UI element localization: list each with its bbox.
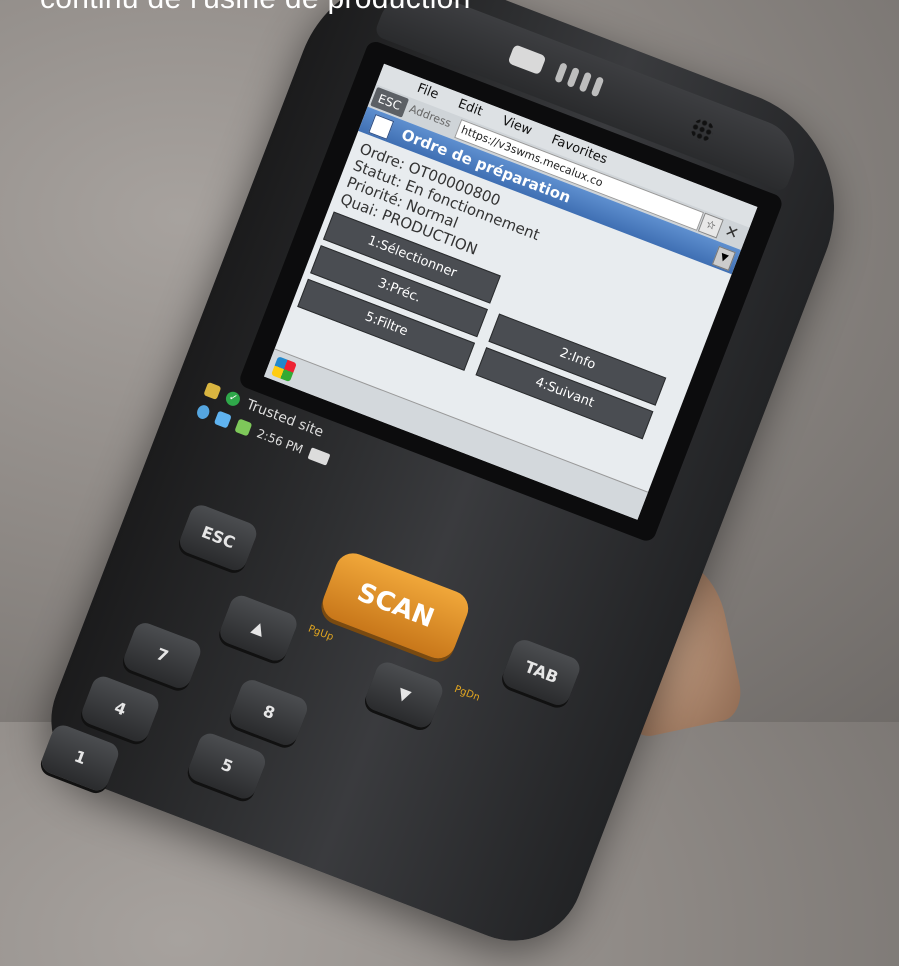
key-5[interactable]: 5 xyxy=(185,730,269,802)
key-4[interactable]: 4 xyxy=(78,673,162,745)
bluetooth-icon xyxy=(195,403,212,421)
led xyxy=(590,76,605,98)
check-icon: ✓ xyxy=(223,389,242,408)
led xyxy=(566,66,581,88)
led xyxy=(554,62,568,84)
network-icon xyxy=(213,410,232,429)
brand-logo xyxy=(507,44,547,76)
tab-key[interactable]: TAB xyxy=(499,636,583,709)
esc-key[interactable]: ESC xyxy=(176,501,260,574)
battery-icon xyxy=(234,418,253,437)
handheld-device: File Edit View Favorites ESC Address htt… xyxy=(30,0,870,962)
key-down[interactable]: ▼ xyxy=(362,658,446,731)
lock-icon xyxy=(203,381,222,400)
pgdn-label: PgDn xyxy=(452,683,482,704)
caption-text: continu de l'usine de production xyxy=(40,0,471,16)
photo-scene: continu de l'usine de production File Ed… xyxy=(0,0,899,962)
led xyxy=(578,71,593,93)
document-icon xyxy=(368,113,395,140)
key-1[interactable]: 1 xyxy=(38,722,122,794)
key-8[interactable]: 8 xyxy=(227,676,311,749)
pgup-label: PgUp xyxy=(306,623,335,644)
speaker-grille xyxy=(688,115,717,145)
key-up[interactable]: ▲ xyxy=(216,592,301,665)
scan-key[interactable]: SCAN xyxy=(317,548,474,664)
close-icon[interactable]: ✕ xyxy=(720,221,743,244)
keyboard-icon[interactable] xyxy=(307,447,331,466)
key-7[interactable]: 7 xyxy=(120,619,204,692)
status-leds xyxy=(554,62,605,98)
windows-start-icon[interactable] xyxy=(271,356,297,383)
